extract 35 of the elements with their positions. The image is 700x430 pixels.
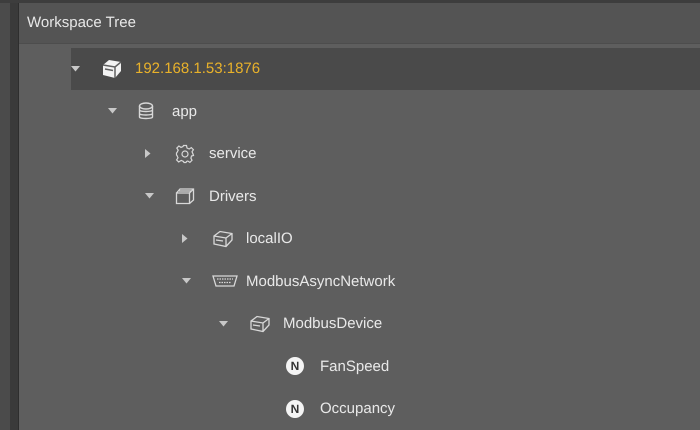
tree-item[interactable]: ModbusDevice <box>219 302 700 345</box>
item-label: ModbusAsyncNetwork <box>246 272 396 290</box>
tree-item[interactable]: N Occupancy <box>256 388 700 430</box>
expand-caret-icon[interactable] <box>219 320 228 327</box>
device-icon <box>212 230 234 248</box>
expand-caret-icon[interactable] <box>71 66 80 72</box>
item-label: app <box>172 102 198 120</box>
selected-tree-item[interactable]: 192.168.1.53:1876 <box>71 48 700 90</box>
item-label: Drivers <box>209 188 256 205</box>
collapse-caret-icon[interactable] <box>145 149 151 158</box>
tree-item[interactable]: service <box>145 132 700 175</box>
item-label: service <box>209 145 257 162</box>
item-label: FanSpeed <box>320 358 390 375</box>
item-label: ModbusDevice <box>283 315 382 332</box>
tree-item[interactable]: app <box>108 90 700 132</box>
expand-caret-icon[interactable] <box>182 278 191 284</box>
item-label: 192.168.1.53:1876 <box>135 60 260 78</box>
tree-item[interactable]: Drivers <box>145 175 700 218</box>
item-label: localIO <box>246 230 293 248</box>
numeric-point-icon: N <box>286 357 304 376</box>
collapse-caret-icon[interactable] <box>182 234 188 244</box>
tree-item[interactable]: N FanSpeed <box>256 345 700 388</box>
panel-title: Workspace Tree <box>27 14 136 31</box>
box-icon <box>175 187 195 206</box>
item-label: Occupancy <box>320 400 396 418</box>
tree-item[interactable]: ModbusAsyncNetwork <box>182 260 700 302</box>
serial-port-icon <box>212 275 238 288</box>
device-icon <box>249 314 271 333</box>
expand-caret-icon[interactable] <box>145 193 154 200</box>
tree-item[interactable]: localIO <box>182 218 700 260</box>
numeric-point-icon: N <box>286 400 304 418</box>
station-icon <box>101 58 123 79</box>
gear-icon <box>175 144 195 164</box>
expand-caret-icon[interactable] <box>108 108 117 114</box>
database-icon <box>138 102 154 121</box>
